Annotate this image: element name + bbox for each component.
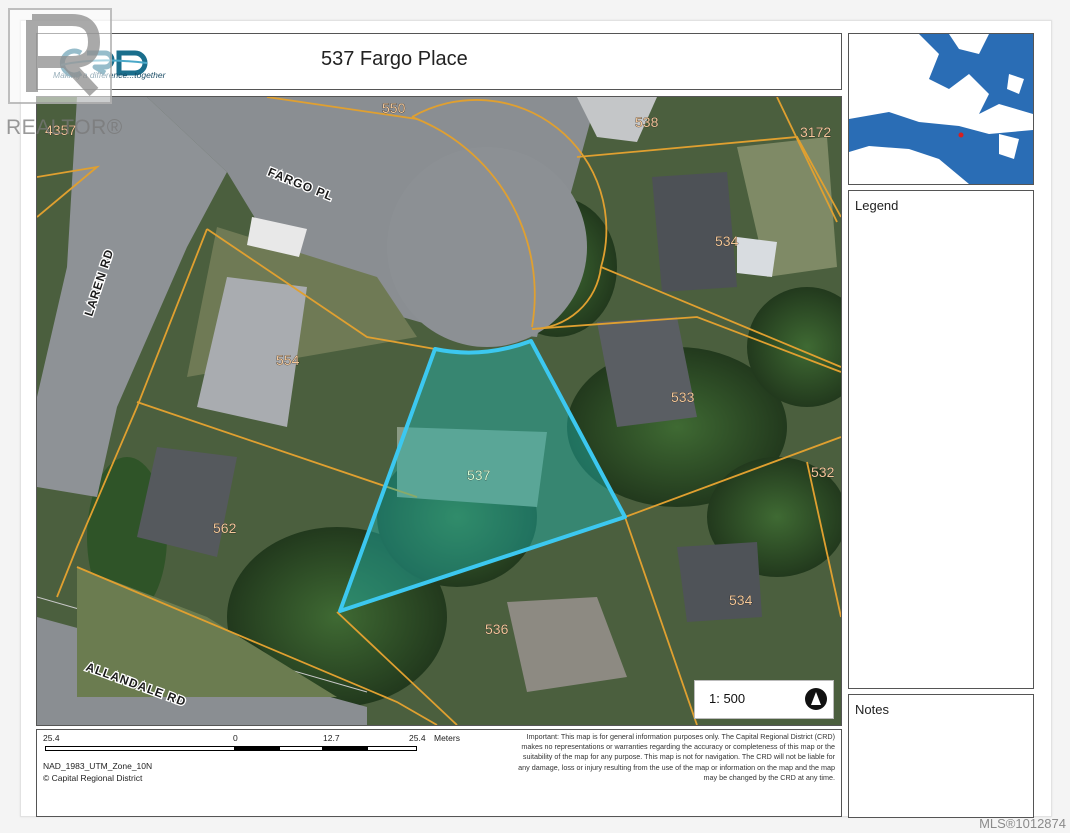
lot-label: 3172	[800, 124, 831, 140]
lot-label: 550	[382, 100, 406, 116]
copyright-text: © Capital Regional District	[43, 773, 143, 783]
map-view[interactable]: 550 538 3172 4357 534 554 533 537 532 56…	[36, 96, 842, 726]
map-canvas: 550 538 3172 4357 534 554 533 537 532 56…	[37, 97, 841, 725]
realtor-watermark: REALTOR®	[0, 0, 126, 148]
locator-map-canvas	[849, 34, 1033, 184]
lot-label: 532	[811, 464, 835, 480]
map-footer: 25.4 0 12.7 25.4 Meters NAD_1983_UTM_Zon…	[36, 729, 842, 817]
scale-bar-label: 25.4	[43, 733, 60, 743]
lot-label: 554	[276, 352, 300, 368]
lot-label: 534	[715, 233, 739, 249]
scale-bar-unit: Meters	[434, 733, 460, 743]
scale-ratio: 1: 500	[709, 691, 746, 706]
mls-number: MLS®1012874	[979, 816, 1066, 831]
lot-label: 538	[635, 114, 659, 130]
legend-panel: Legend	[848, 190, 1034, 689]
notes-panel: Notes	[848, 694, 1034, 818]
realtor-wordmark: REALTOR®	[6, 116, 123, 139]
scale-bar-label: 25.4	[409, 733, 426, 743]
notes-label: Notes	[855, 702, 889, 717]
legend-label: Legend	[855, 198, 899, 213]
scale-bar-label: 0	[233, 733, 238, 743]
locator-map[interactable]	[848, 33, 1034, 185]
location-marker-icon	[958, 132, 964, 138]
map-title: 537 Fargo Place	[321, 48, 468, 70]
selected-lot-label: 537	[467, 467, 491, 483]
scale-bar-label: 12.7	[323, 733, 340, 743]
scale-ratio-box: 1: 500	[694, 680, 834, 719]
title-block: Making a difference...together 537 Fargo…	[36, 33, 842, 90]
lot-label: 562	[213, 520, 237, 536]
lot-label: 534	[729, 592, 753, 608]
disclaimer-text: Important: This map is for general infor…	[518, 732, 835, 782]
projection-text: NAD_1983_UTM_Zone_10N	[43, 761, 153, 771]
realtor-logo-icon	[8, 8, 112, 104]
north-arrow-icon	[805, 688, 827, 710]
lot-label: 533	[671, 389, 695, 405]
lot-label: 536	[485, 621, 509, 637]
